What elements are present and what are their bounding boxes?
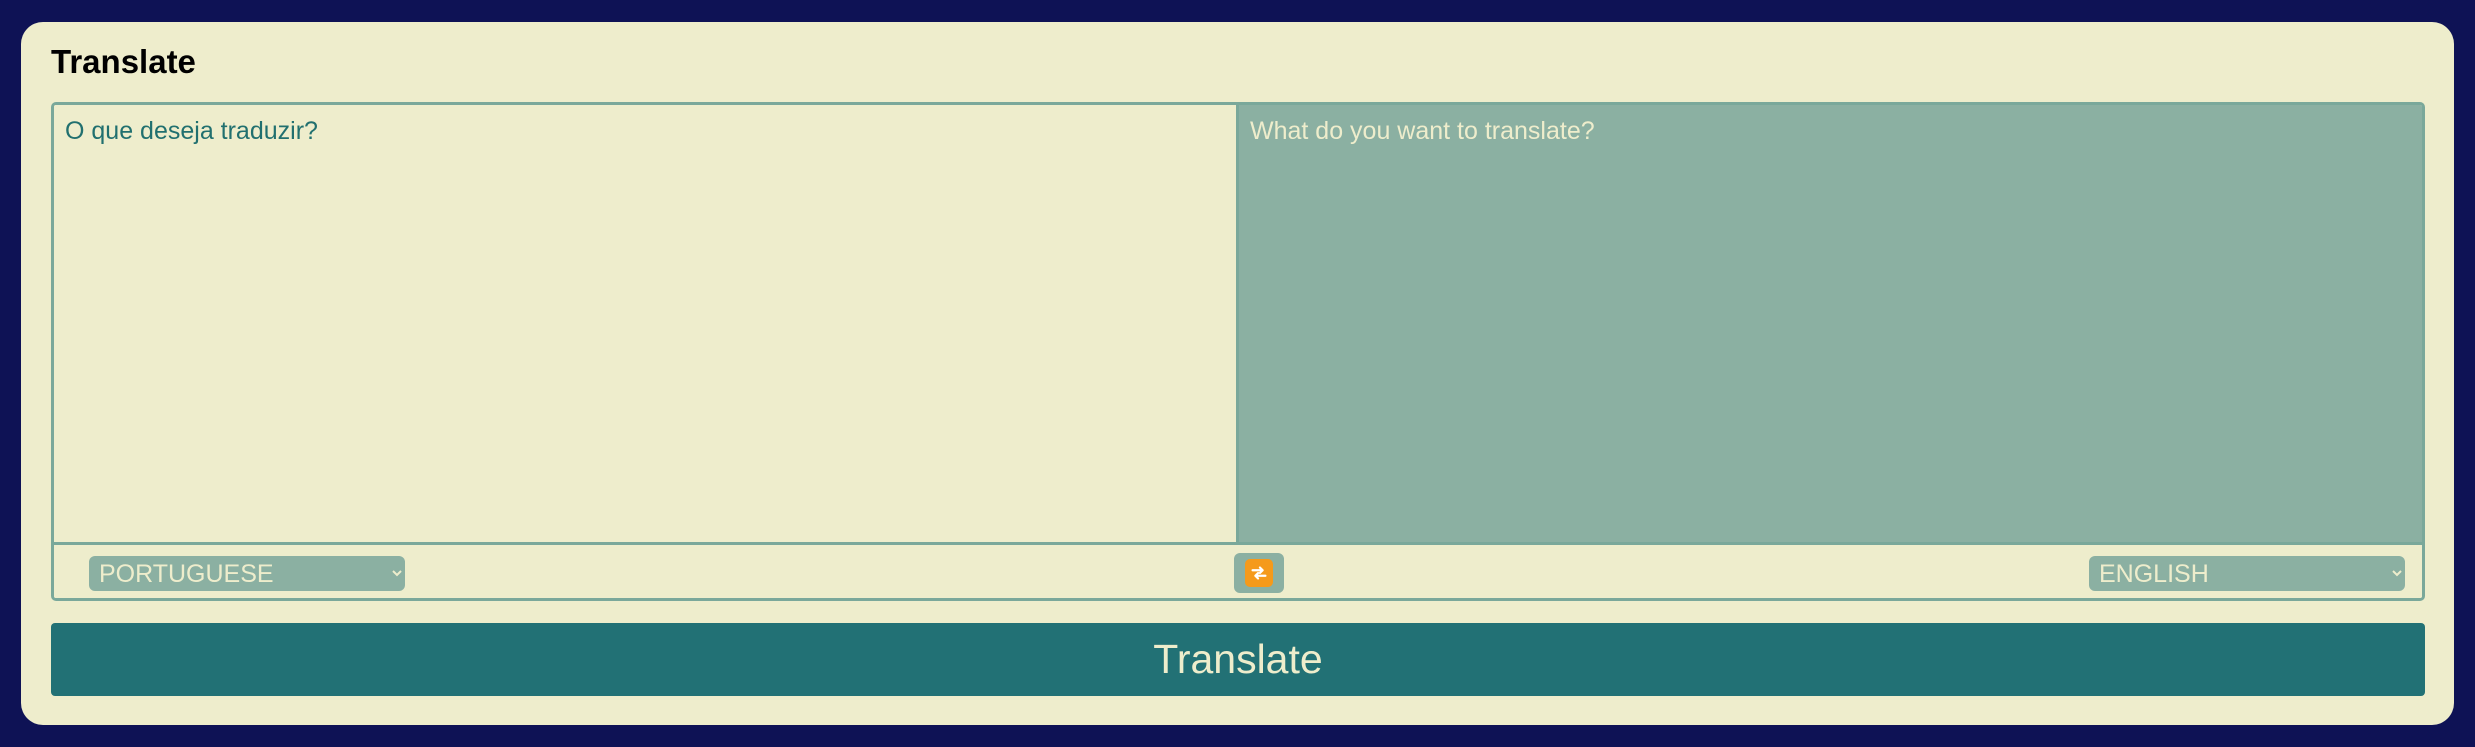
language-bar: PORTUGUESE ENGLISH [54,542,2422,598]
translator-card: Translate PORTUGUESE ENGLISH Translate [21,22,2454,725]
source-language-select[interactable]: PORTUGUESE [89,556,405,591]
target-language-select[interactable]: ENGLISH [2089,556,2405,591]
translation-panel: PORTUGUESE ENGLISH [51,102,2425,601]
translate-button[interactable]: Translate [51,623,2425,696]
source-text-input[interactable] [54,105,1239,542]
repeat-arrows-icon [1245,559,1273,587]
swap-languages-button[interactable] [1234,553,1284,593]
target-text-output[interactable] [1239,105,2422,542]
page-title: Translate [51,43,196,80]
